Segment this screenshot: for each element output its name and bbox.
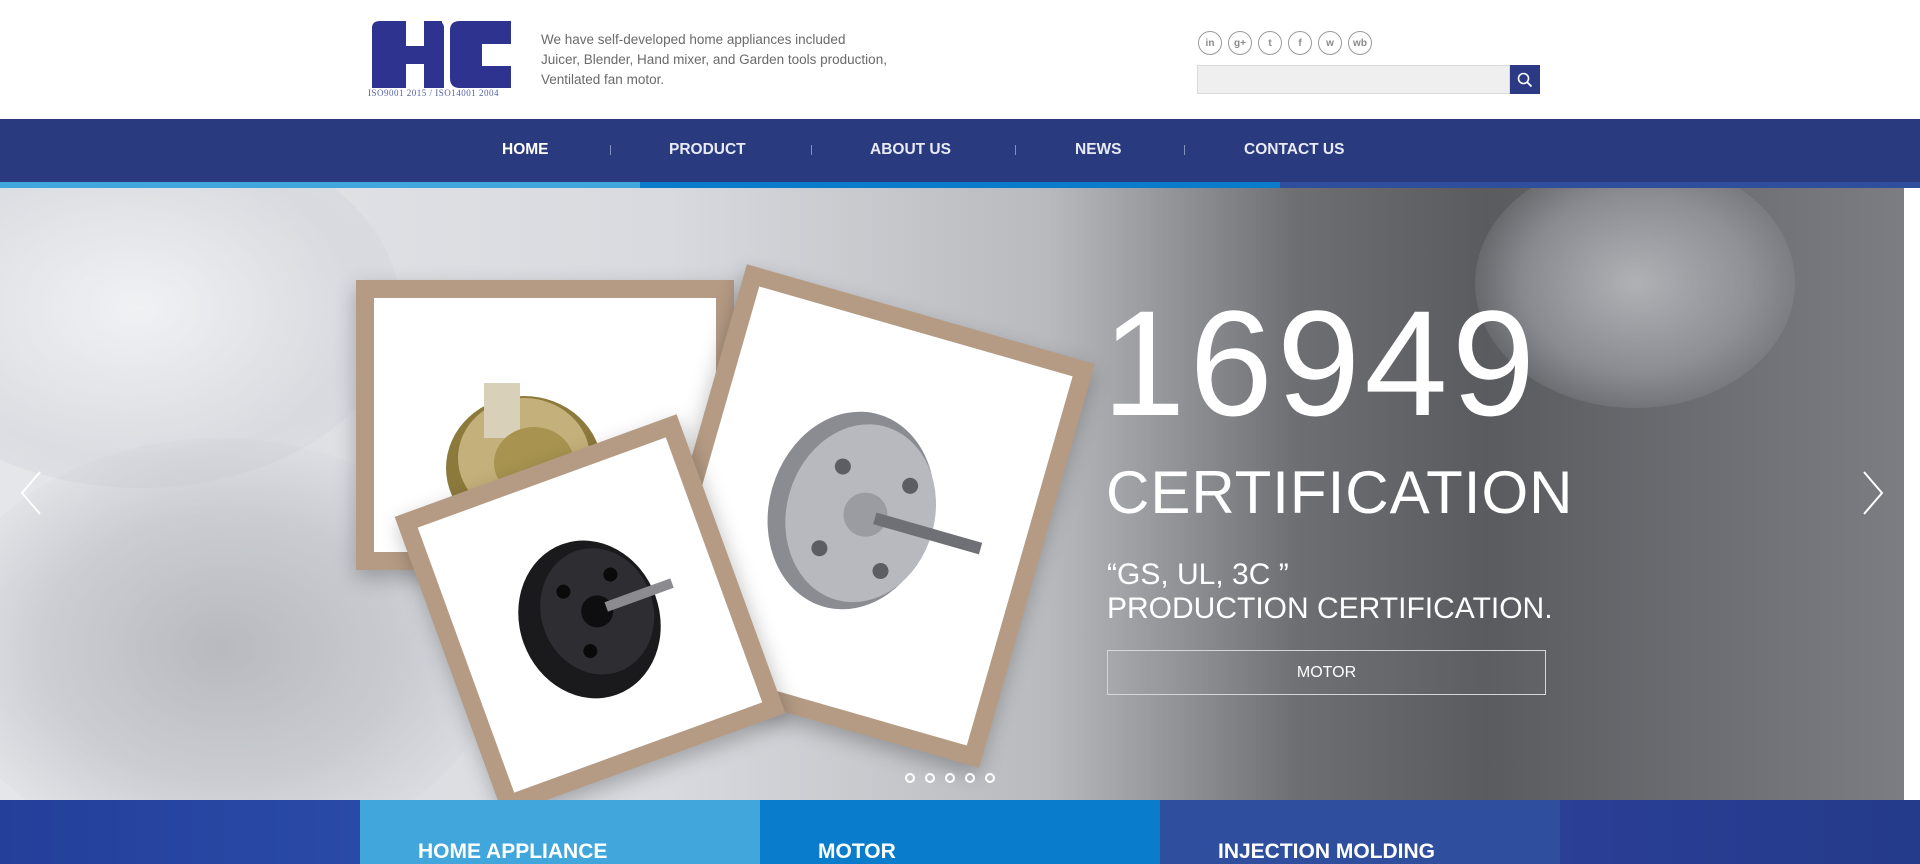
google-plus-icon[interactable]: g+ [1228, 31, 1252, 55]
prev-slide-button[interactable] [16, 468, 46, 518]
category-home-appliance[interactable]: HOME APPLIANCE [360, 800, 760, 864]
category-image-left [0, 800, 360, 864]
category-bar: HOME APPLIANCE MOTOR INJECTION MOLDING [0, 800, 1920, 864]
company-tagline: We have self-developed home appliances i… [541, 30, 961, 90]
search-button[interactable] [1510, 65, 1540, 94]
nav-item-home[interactable]: HOME [502, 141, 549, 159]
site-header: ISO9001 2015 / ISO14001 2004 We have sel… [0, 0, 1920, 119]
nav-separator [1015, 145, 1016, 155]
chevron-left-icon [20, 471, 41, 515]
search-input[interactable] [1197, 65, 1510, 94]
slide-dot[interactable] [925, 773, 935, 783]
tagline-line: Ventilated fan motor. [541, 72, 665, 87]
nav-item-product[interactable]: PRODUCT [669, 141, 746, 159]
slide-dot[interactable] [985, 773, 995, 783]
nav-separator [811, 145, 812, 155]
hero-slider: 16949 CERTIFICATION “GS, UL, 3C ” PRODUC… [0, 188, 1904, 800]
company-logo[interactable]: ISO9001 2015 / ISO14001 2004 [368, 20, 518, 100]
nav-separator [1184, 145, 1185, 155]
nav-separator [610, 145, 611, 155]
slide-dot[interactable] [945, 773, 955, 783]
hc-logo-icon [372, 21, 511, 88]
tagline-line: We have self-developed home appliances i… [541, 32, 846, 47]
slide-indicators [905, 773, 995, 783]
search-bar [1197, 65, 1540, 94]
nav-item-about-us[interactable]: ABOUT US [870, 141, 951, 159]
chevron-right-icon [1863, 471, 1884, 515]
next-slide-button[interactable] [1858, 468, 1888, 518]
weibo-icon[interactable]: wb [1348, 31, 1372, 55]
facebook-icon[interactable]: f [1288, 31, 1312, 55]
hero-quote-line: “GS, UL, 3C ” [1107, 558, 1289, 591]
slide-dot[interactable] [965, 773, 975, 783]
category-image-right [1560, 800, 1920, 864]
main-navigation: HOME PRODUCT ABOUT US NEWS CONTACT US [0, 119, 1920, 182]
wechat-icon[interactable]: w [1318, 31, 1342, 55]
hero-subtitle: “GS, UL, 3C ” PRODUCTION CERTIFICATION. [1107, 558, 1553, 626]
twitter-icon[interactable]: t [1258, 31, 1282, 55]
hero-quote-line: PRODUCTION CERTIFICATION. [1107, 592, 1553, 625]
hero-title: CERTIFICATION [1106, 459, 1574, 526]
category-injection-molding[interactable]: INJECTION MOLDING [1160, 800, 1560, 864]
slide-dot[interactable] [905, 773, 915, 783]
social-links: in g+ t f w wb [1198, 31, 1372, 55]
search-icon [1517, 72, 1533, 87]
nav-item-contact-us[interactable]: CONTACT US [1244, 141, 1344, 159]
nav-item-news[interactable]: NEWS [1075, 141, 1122, 159]
hero-number: 16949 [1102, 279, 1540, 447]
linkedin-icon[interactable]: in [1198, 31, 1222, 55]
tagline-line: Juicer, Blender, Hand mixer, and Garden … [541, 52, 887, 67]
motor-button[interactable]: MOTOR [1107, 650, 1546, 695]
category-motor[interactable]: MOTOR [760, 800, 1160, 864]
iso-certification-text: ISO9001 2015 / ISO14001 2004 [368, 88, 500, 98]
page-gutter [1904, 188, 1920, 800]
